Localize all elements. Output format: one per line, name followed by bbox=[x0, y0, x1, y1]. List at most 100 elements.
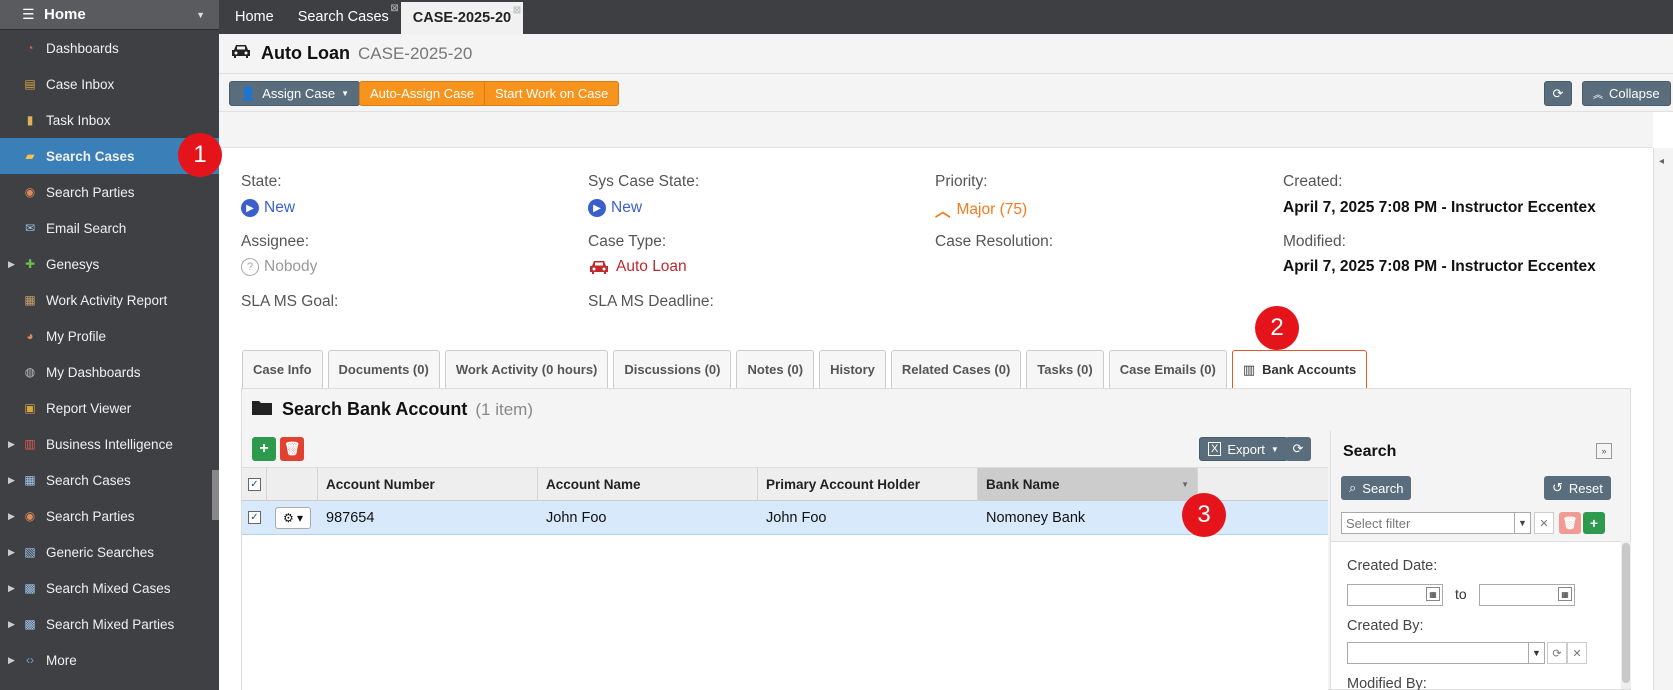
tab-case-emails[interactable]: Case Emails (0) bbox=[1108, 350, 1227, 388]
assignee-value: ? Nobody bbox=[241, 258, 317, 276]
reset-button[interactable]: ↺ Reset bbox=[1544, 476, 1611, 500]
sidebar-item-search-parties[interactable]: ◉ Search Parties bbox=[0, 174, 219, 210]
column-account-name[interactable]: Account Name bbox=[538, 468, 758, 501]
sidebar-item-search-parties[interactable]: ▶ ◉ Search Parties bbox=[0, 498, 219, 534]
created-by-select[interactable]: ▼ bbox=[1347, 642, 1545, 664]
plus-icon: + bbox=[259, 440, 269, 457]
tab-label: Discussions (0) bbox=[624, 362, 721, 377]
tab-label: Case Info bbox=[253, 362, 312, 377]
chevron-left-icon: ◂ bbox=[1659, 156, 1665, 167]
created-by-refresh[interactable]: ⟳ bbox=[1547, 642, 1567, 664]
tab-related-cases[interactable]: Related Cases (0) bbox=[890, 350, 1022, 388]
plus-icon: + bbox=[1589, 515, 1599, 531]
tab-work-activity[interactable]: Work Activity (0 hours) bbox=[444, 350, 609, 388]
add-button[interactable]: + bbox=[252, 437, 276, 461]
tab-bank-accounts[interactable]: ▥ Bank Accounts bbox=[1231, 350, 1368, 388]
sidebar-home-header[interactable]: ☰ Home ▼ bbox=[0, 0, 219, 30]
close-tab-icon[interactable]: ⊠ bbox=[513, 5, 521, 16]
add-filter-button[interactable]: + bbox=[1583, 512, 1605, 534]
sidebar-item-search-mixed-cases[interactable]: ▶ ▩ Search Mixed Cases bbox=[0, 570, 219, 606]
tab-case[interactable]: CASE-2025-20 ⊠ bbox=[400, 2, 524, 34]
assignee-label: Assignee: bbox=[241, 233, 310, 250]
created-label: Created: bbox=[1283, 173, 1343, 190]
to-label: to bbox=[1455, 586, 1467, 602]
delete-button[interactable]: 🗑 bbox=[280, 437, 304, 461]
play-circle-icon: ▶ bbox=[241, 199, 259, 217]
right-rail[interactable]: ◂ bbox=[1653, 148, 1673, 690]
tab-history[interactable]: History bbox=[819, 350, 886, 388]
sidebar-resize-handle[interactable] bbox=[212, 470, 219, 520]
sidebar-item-generic-searches[interactable]: ▶ ▧ Generic Searches bbox=[0, 534, 219, 570]
column-primary-holder[interactable]: Primary Account Holder bbox=[758, 468, 978, 501]
sidebar-item-search-cases[interactable]: ▶ ▦ Search Cases bbox=[0, 462, 219, 498]
sidebar-item-search-mixed-parties[interactable]: ▶ ▩ Search Mixed Parties bbox=[0, 606, 219, 642]
trash-icon: 🗑 bbox=[283, 441, 301, 456]
tab-discussions[interactable]: Discussions (0) bbox=[613, 350, 732, 388]
resolution-label: Case Resolution: bbox=[935, 233, 1054, 250]
expand-arrow-icon[interactable]: ▶ bbox=[8, 655, 15, 666]
created-date-from[interactable]: ▦ bbox=[1347, 584, 1443, 606]
grid-toolbar: + 🗑 X Export ▼ ⟳ bbox=[242, 431, 1328, 467]
expand-arrow-icon[interactable]: ▶ bbox=[8, 475, 15, 486]
clear-filter-button[interactable]: ✕ bbox=[1534, 512, 1554, 534]
sidebar-item-my-profile[interactable]: ◕ My Profile bbox=[0, 318, 219, 354]
start-work-button[interactable]: Start Work on Case bbox=[484, 81, 620, 106]
collapse-pane-icon[interactable]: » bbox=[1596, 443, 1612, 459]
sidebar-item-case-inbox[interactable]: ▤ Case Inbox bbox=[0, 66, 219, 102]
expand-arrow-icon[interactable]: ▶ bbox=[8, 619, 15, 630]
row-checkbox[interactable]: ✓ bbox=[242, 501, 267, 534]
tab-documents[interactable]: Documents (0) bbox=[327, 350, 440, 388]
sidebar-item-my-dashboards[interactable]: ◍ My Dashboards bbox=[0, 354, 219, 390]
close-icon: ✕ bbox=[1539, 517, 1549, 530]
grid-refresh-button[interactable]: ⟳ bbox=[1285, 437, 1311, 461]
expand-arrow-icon[interactable]: ▶ bbox=[8, 583, 15, 594]
caret-down-icon: ▼ bbox=[341, 89, 350, 98]
tab-search-cases[interactable]: Search Cases ⊠ bbox=[286, 0, 401, 34]
tab-home[interactable]: Home bbox=[223, 0, 286, 34]
gear-menu-button[interactable]: ⚙ ▾ bbox=[275, 506, 311, 529]
assign-case-button[interactable]: 👤 Assign Case ▼ bbox=[229, 81, 361, 106]
tab-notes[interactable]: Notes (0) bbox=[736, 350, 815, 388]
tab-tasks[interactable]: Tasks (0) bbox=[1026, 350, 1104, 388]
sidebar-item-work-activity-report[interactable]: ▦ Work Activity Report bbox=[0, 282, 219, 318]
expand-arrow-icon[interactable]: ▶ bbox=[8, 439, 15, 450]
sidebar-item-dashboards[interactable]: ◔ Dashboards bbox=[0, 30, 219, 66]
search-button[interactable]: ⌕ Search bbox=[1341, 476, 1412, 500]
collapse-button[interactable]: ︽ Collapse bbox=[1582, 81, 1671, 106]
close-tab-icon[interactable]: ⊠ bbox=[390, 3, 398, 14]
export-button[interactable]: X Export ▼ bbox=[1199, 437, 1288, 461]
created-date-to[interactable]: ▦ bbox=[1479, 584, 1575, 606]
sidebar-item-more[interactable]: ▶ ‹› More bbox=[0, 642, 219, 678]
auto-assign-case-button[interactable]: Auto-Assign Case bbox=[359, 81, 486, 106]
sidebar-item-genesys[interactable]: ▶ ✚ Genesys bbox=[0, 246, 219, 282]
chevron-down-icon[interactable]: ▼ bbox=[1528, 643, 1544, 663]
search-pane-scrollbar[interactable] bbox=[1621, 541, 1631, 689]
calendar-icon[interactable]: ▦ bbox=[1558, 587, 1572, 601]
column-account-number[interactable]: Account Number bbox=[318, 468, 538, 501]
created-by-clear[interactable]: ✕ bbox=[1567, 642, 1587, 664]
select-all-checkbox[interactable]: ✓ bbox=[242, 468, 267, 501]
calendar-icon[interactable]: ▦ bbox=[1426, 587, 1440, 601]
chevron-down-icon[interactable]: ▼ bbox=[1514, 513, 1530, 533]
sidebar-item-task-inbox[interactable]: ▮ Task Inbox bbox=[0, 102, 219, 138]
cell-account-number: 987654 bbox=[326, 509, 375, 526]
sidebar-item-report-viewer[interactable]: ▣ Report Viewer bbox=[0, 390, 219, 426]
scroll-thumb[interactable] bbox=[1622, 543, 1630, 683]
table-row[interactable]: ✓ ⚙ ▾ 987654 John Foo John Foo Nomoney B… bbox=[242, 501, 1328, 535]
column-bank-name[interactable]: Bank Name ▼ bbox=[978, 468, 1198, 501]
checkbox-checked-icon: ✓ bbox=[248, 478, 261, 491]
sort-caret-icon[interactable]: ▼ bbox=[1181, 480, 1189, 489]
search-pane: Search » ⌕ Search ↺ Reset Select filter ▼ ✕… bbox=[1330, 431, 1631, 690]
sidebar-item-business-intelligence[interactable]: ▶ ▥ Business Intelligence bbox=[0, 426, 219, 462]
refresh-button[interactable]: ⟳ bbox=[1544, 81, 1572, 106]
priority-label: Priority: bbox=[935, 173, 988, 190]
tab-case-info[interactable]: Case Info bbox=[242, 350, 323, 388]
case-header: Auto Loan CASE-2025-20 bbox=[219, 34, 1673, 74]
expand-arrow-icon[interactable]: ▶ bbox=[8, 511, 15, 522]
sidebar-item-label: My Dashboards bbox=[46, 364, 141, 380]
sidebar-item-email-search[interactable]: ✉ Email Search bbox=[0, 210, 219, 246]
expand-arrow-icon[interactable]: ▶ bbox=[8, 547, 15, 558]
filter-select[interactable]: Select filter ▼ bbox=[1341, 512, 1531, 534]
delete-filter-button[interactable]: 🗑 bbox=[1559, 512, 1581, 534]
expand-arrow-icon[interactable]: ▶ bbox=[8, 259, 15, 270]
